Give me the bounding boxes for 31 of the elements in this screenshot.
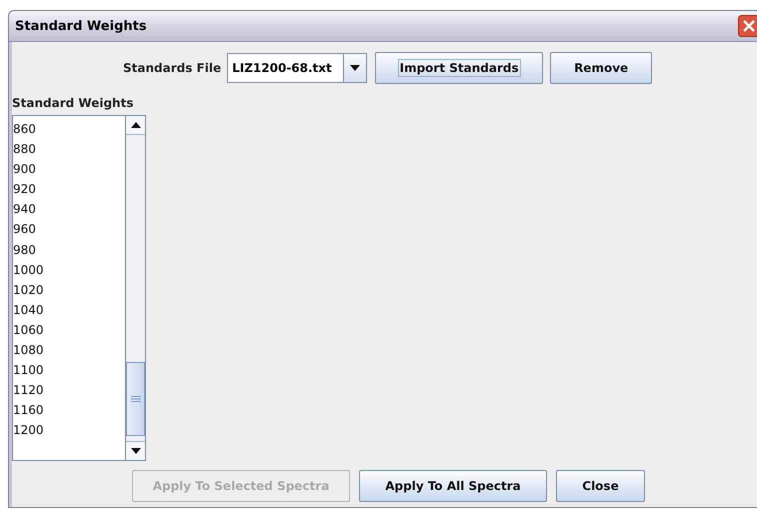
list-item[interactable]: 1020: [13, 280, 125, 300]
list-item[interactable]: 1160: [13, 400, 125, 420]
list-item[interactable]: 980: [13, 240, 125, 260]
close-button[interactable]: Close: [556, 470, 645, 502]
list-item[interactable]: 1120: [13, 380, 125, 400]
list-item[interactable]: 900: [13, 159, 125, 180]
apply-all-button[interactable]: Apply To All Spectra: [359, 470, 547, 502]
list-item[interactable]: 1080: [13, 340, 125, 360]
window-title: Standard Weights: [15, 18, 147, 34]
scroll-thumb[interactable]: [126, 362, 145, 436]
list-item[interactable]: 920: [13, 179, 125, 200]
grip-icon: [130, 396, 140, 402]
list-item[interactable]: 940: [13, 199, 125, 220]
standards-file-dropdown[interactable]: LIZ1200-68.txt: [227, 53, 368, 83]
list-item[interactable]: 960: [13, 219, 125, 240]
list-item[interactable]: 1200: [13, 420, 125, 440]
list-item[interactable]: 1100: [13, 360, 125, 380]
scroll-down-icon[interactable]: [130, 448, 140, 454]
close-icon[interactable]: [738, 15, 757, 37]
list-label: Standard Weights: [12, 96, 134, 110]
list-item[interactable]: 1040: [13, 300, 125, 320]
list-item[interactable]: 1060: [13, 320, 125, 340]
caret-icon: [350, 65, 360, 71]
list-item[interactable]: 1000: [13, 260, 125, 280]
list-item[interactable]: 880: [13, 139, 125, 160]
list-item[interactable]: 860: [13, 119, 125, 140]
scrollbar[interactable]: [125, 116, 145, 460]
scroll-up-icon[interactable]: [130, 122, 140, 128]
standards-file-label: Standards File: [123, 61, 222, 75]
import-standards-button[interactable]: Import Standards: [375, 52, 544, 84]
remove-button[interactable]: Remove: [550, 52, 652, 84]
